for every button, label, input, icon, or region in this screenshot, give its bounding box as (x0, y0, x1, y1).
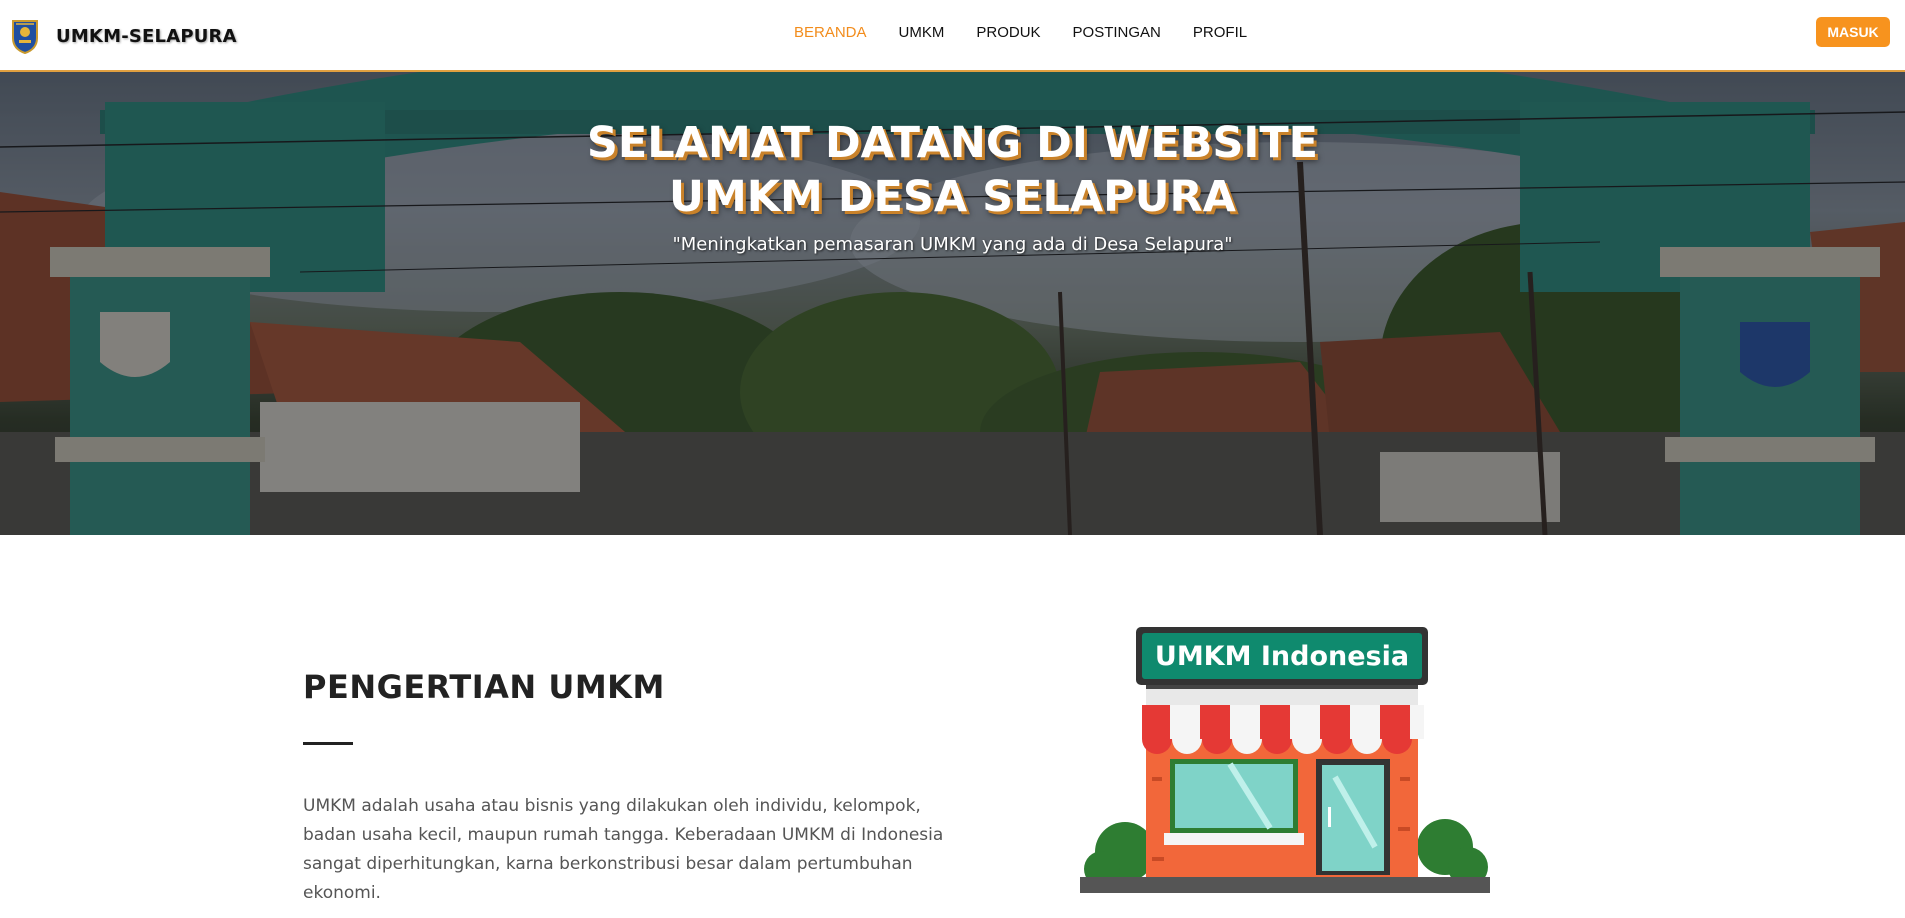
hero-title-line2: UMKM DESA SELAPURA (669, 172, 1236, 222)
brand[interactable]: UMKM-SELAPURA (10, 16, 237, 56)
shop-sign-label: UMKM Indonesia (1155, 641, 1409, 672)
hero-title-line1: SELAMAT DATANG DI WEBSITE (586, 118, 1319, 168)
hero-banner: SELAMAT DATANG DI WEBSITE UMKM DESA SELA… (0, 72, 1905, 535)
about-title: PENGERTIAN UMKM (303, 668, 665, 706)
nav-item-beranda[interactable]: BERANDA (794, 24, 867, 41)
login-button[interactable]: MASUK (1816, 17, 1890, 47)
brand-name: UMKM-SELAPURA (56, 25, 237, 47)
top-navbar: UMKM-SELAPURA BERANDA UMKM PRODUK POSTIN… (0, 0, 1905, 72)
hero-subtitle: "Meningkatkan pemasaran UMKM yang ada di… (672, 234, 1233, 255)
nav-item-profil[interactable]: PROFIL (1193, 24, 1247, 41)
emblem-shield-icon (12, 20, 38, 54)
about-section: PENGERTIAN UMKM UMKM adalah usaha atau b… (0, 535, 1905, 918)
title-divider (303, 742, 353, 745)
nav-item-postingan[interactable]: POSTINGAN (1073, 24, 1161, 41)
nav-item-produk[interactable]: PRODUK (976, 24, 1040, 41)
storefront-illustration: UMKM Indonesia (1080, 627, 1490, 893)
main-nav: BERANDA UMKM PRODUK POSTINGAN PROFIL (794, 24, 1279, 41)
hero-title: SELAMAT DATANG DI WEBSITE UMKM DESA SELA… (0, 116, 1905, 224)
about-body: UMKM adalah usaha atau bisnis yang dilak… (303, 796, 944, 903)
nav-item-umkm[interactable]: UMKM (899, 24, 945, 41)
